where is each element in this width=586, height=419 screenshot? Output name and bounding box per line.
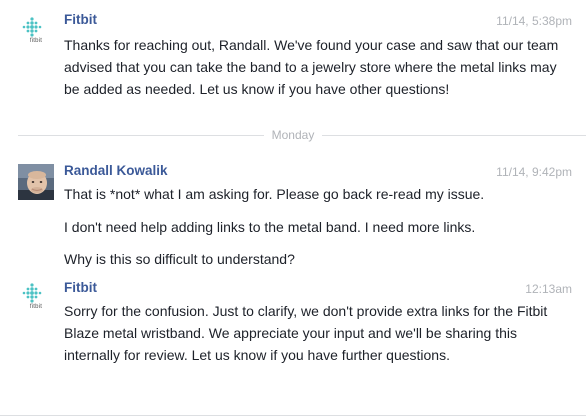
message-text: That is *not* what I am asking for. Plea… [64, 186, 485, 202]
fitbit-logo-icon: fitbit [18, 16, 54, 56]
sender-name[interactable]: Fitbit [64, 280, 97, 295]
message-timestamp: 12:13am [525, 282, 572, 296]
fitbit-wordmark: fitbit [29, 304, 43, 310]
message-body: Sorry for the confusion. Just to clarify… [64, 300, 574, 366]
message-thread: fitbit Fitbit 11/14, 5:38pm Thanks for r… [0, 0, 586, 419]
message-text: I don't need help adding links to the me… [64, 219, 476, 235]
sender-name[interactable]: Fitbit [64, 12, 97, 27]
message-timestamp: 11/14, 5:38pm [496, 14, 572, 28]
bottom-divider [0, 415, 586, 416]
message-text: Why is this so difficult to understand? [64, 251, 295, 267]
message-body: Thanks for reaching out, Randall. We've … [64, 34, 574, 100]
fitbit-wordmark: fitbit [29, 38, 43, 44]
user-avatar[interactable] [18, 164, 54, 200]
fitbit-logo-icon: fitbit [18, 282, 54, 322]
day-divider-label: Monday [263, 128, 323, 142]
sender-name[interactable]: Randall Kowalik [64, 163, 168, 178]
message-timestamp: 11/14, 9:42pm [496, 165, 572, 179]
message-text: Thanks for reaching out, Randall. We've … [64, 37, 559, 97]
message-text: Sorry for the confusion. Just to clarify… [64, 303, 548, 363]
day-divider: Monday [0, 128, 586, 142]
message-body: That is *not* what I am asking for. Plea… [64, 183, 574, 270]
